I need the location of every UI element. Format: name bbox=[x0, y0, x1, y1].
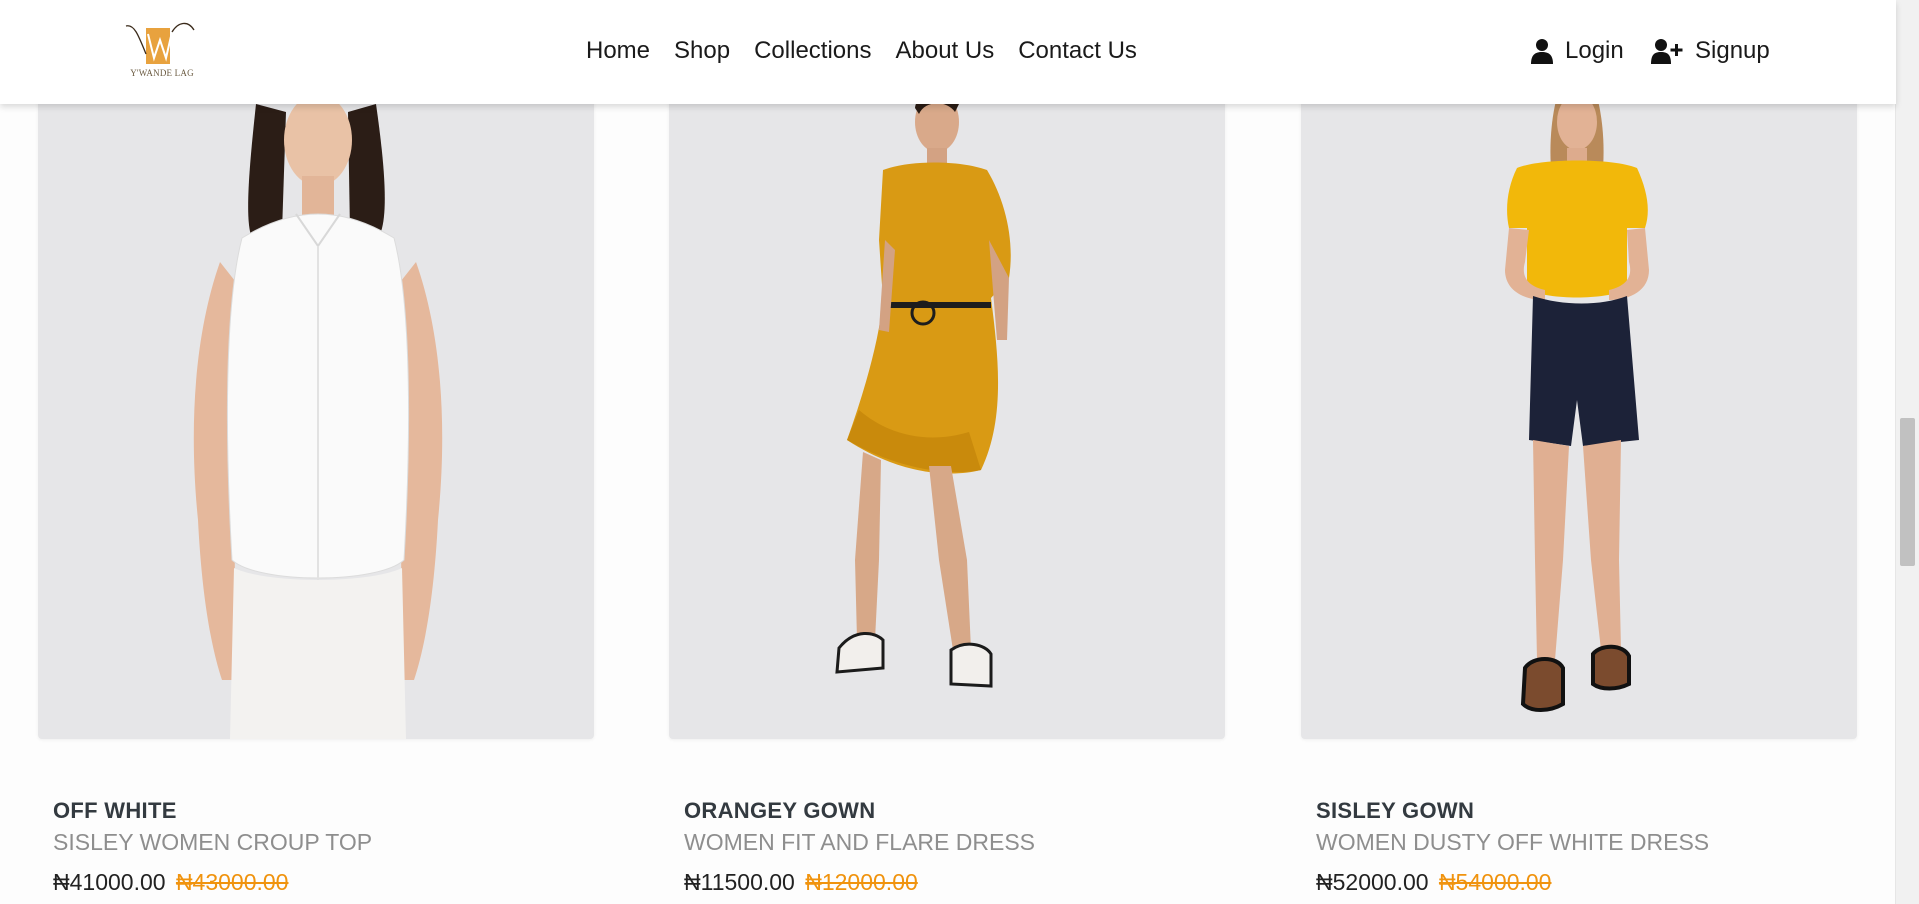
product-photo-white-top bbox=[193, 94, 443, 739]
product-prices: ₦11500.00 ₦12000.00 bbox=[684, 867, 1224, 897]
nav-item-about: About Us bbox=[895, 36, 994, 66]
product-image[interactable] bbox=[38, 0, 594, 739]
product-price: ₦52000.00 bbox=[1316, 869, 1429, 895]
user-plus-icon bbox=[1651, 39, 1683, 64]
product-title[interactable]: ORANGEY GOWN bbox=[684, 797, 1224, 825]
product-old-price: ₦12000.00 bbox=[805, 869, 918, 895]
navbar: Y'WANDE LAG Home Shop Collections About … bbox=[0, 0, 1896, 104]
product-price: ₦11500.00 bbox=[684, 869, 795, 895]
nav-item-contact: Contact Us bbox=[1018, 36, 1137, 66]
user-icon bbox=[1531, 39, 1553, 64]
nav-item-home: Home bbox=[586, 36, 650, 66]
signup-label[interactable]: Signup bbox=[1695, 36, 1770, 66]
nav-item-collections: Collections bbox=[754, 36, 871, 66]
brand-logo-link[interactable]: Y'WANDE LAG bbox=[124, 20, 198, 80]
vertical-scrollbar[interactable] bbox=[1895, 0, 1919, 904]
nav-link-contact[interactable]: Contact Us bbox=[1018, 37, 1137, 64]
nav-link-about[interactable]: About Us bbox=[895, 37, 994, 64]
login-label[interactable]: Login bbox=[1565, 36, 1624, 66]
product-subtitle: WOMEN DUSTY OFF WHITE DRESS bbox=[1316, 829, 1710, 855]
brand-name: Y'WANDE LAG bbox=[130, 68, 194, 78]
product-old-price: ₦43000.00 bbox=[175, 869, 289, 895]
product-old-price: ₦54000.00 bbox=[1438, 869, 1552, 895]
product-image[interactable] bbox=[669, 0, 1225, 739]
product-info: OFF WHITE SISLEY WOMEN CROUP TOP ₦41000.… bbox=[53, 797, 593, 897]
product-title[interactable]: SISLEY GOWN bbox=[1316, 797, 1856, 825]
product-photo-orange-dress bbox=[835, 91, 1011, 688]
nav-link-home[interactable]: Home bbox=[586, 37, 650, 64]
product-info: SISLEY GOWN WOMEN DUSTY OFF WHITE DRESS … bbox=[1316, 797, 1856, 897]
product-price: ₦41000.00 bbox=[53, 869, 166, 895]
nav-item-shop: Shop bbox=[674, 36, 730, 66]
product-title[interactable]: OFF WHITE bbox=[53, 797, 593, 825]
product-image[interactable] bbox=[1301, 0, 1857, 739]
product-prices: ₦41000.00 ₦43000.00 bbox=[53, 867, 593, 897]
main-nav: Home Shop Collections About Us Contact U… bbox=[586, 36, 1137, 66]
product-photo-yellow-top-shorts bbox=[1505, 90, 1649, 712]
product-prices: ₦52000.00 ₦54000.00 bbox=[1316, 867, 1856, 897]
product-subtitle: WOMEN FIT AND FLARE DRESS bbox=[684, 829, 1036, 855]
product-info: ORANGEY GOWN WOMEN FIT AND FLARE DRESS ₦… bbox=[684, 797, 1224, 897]
login-link[interactable]: Login bbox=[1531, 36, 1624, 66]
brand-logo-icon bbox=[125, 22, 195, 64]
page: Y'WANDE LAG Home Shop Collections About … bbox=[0, 0, 1919, 904]
nav-link-collections[interactable]: Collections bbox=[754, 37, 871, 64]
signup-link[interactable]: Signup bbox=[1651, 36, 1770, 66]
product-subtitle: SISLEY WOMEN CROUP TOP bbox=[53, 829, 373, 855]
nav-link-shop[interactable]: Shop bbox=[674, 37, 730, 64]
scrollbar-thumb[interactable] bbox=[1900, 418, 1915, 566]
